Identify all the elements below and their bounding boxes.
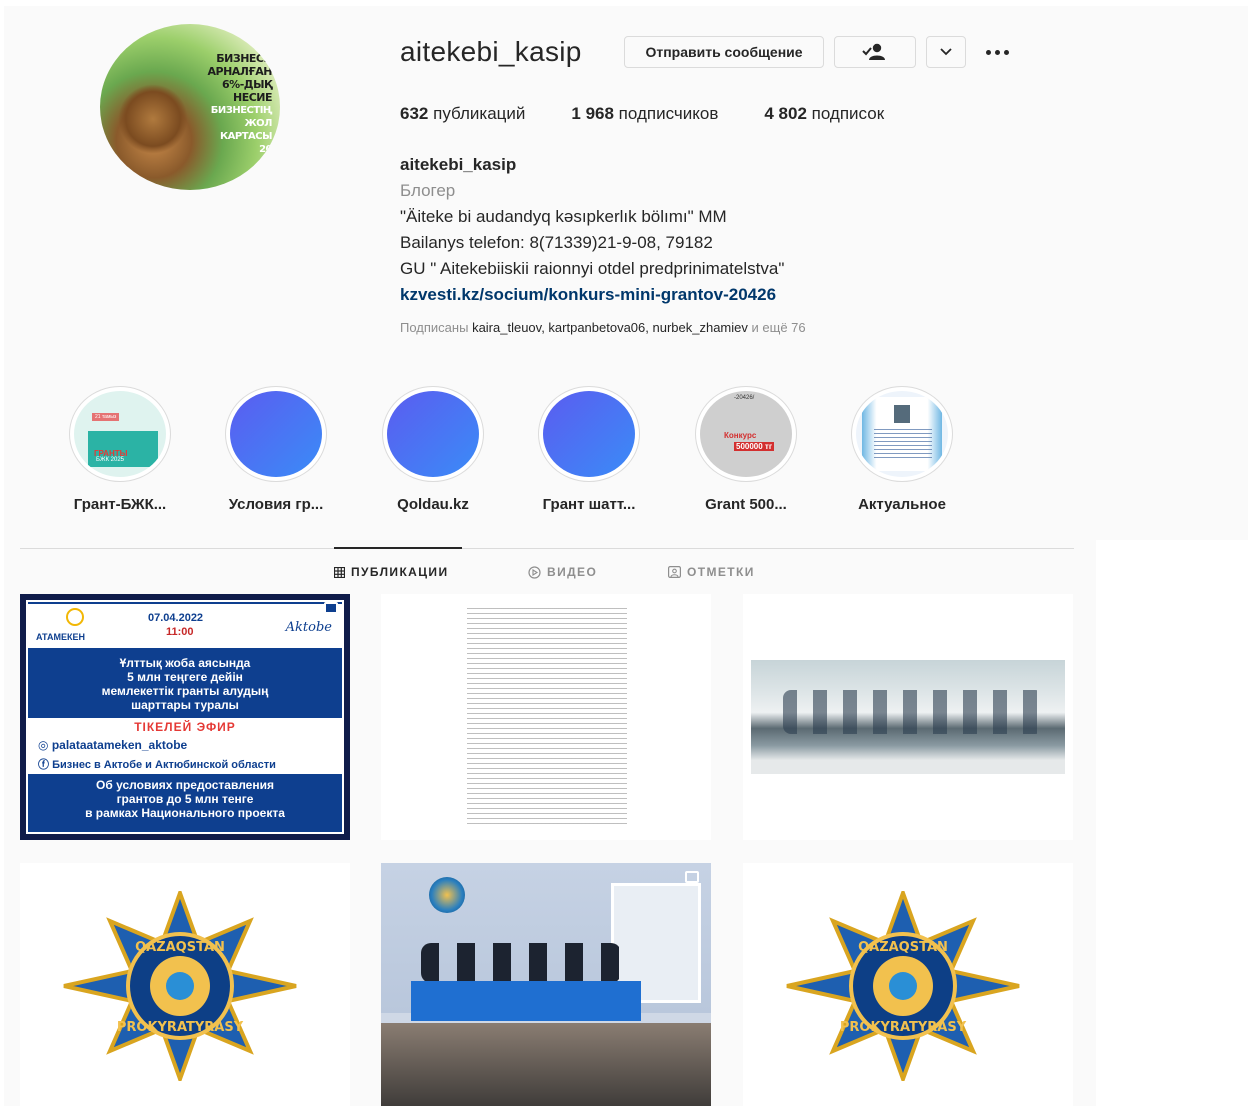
svg-text:PROKYRATYRASY: PROKYRATYRASY [840, 1020, 967, 1035]
highlight-cover [856, 391, 948, 477]
active-tab-indicator [334, 547, 462, 549]
chevron-down-icon [940, 48, 952, 56]
avatar-text: БИЗНЕСК АРНАЛҒАН 6%-ДЫҚ НЕСИЕ БИЗНЕСТІҢ … [207, 52, 273, 155]
tag-person-icon [668, 566, 681, 578]
tab-video[interactable]: ВИДЕО [528, 565, 597, 579]
highlight-item[interactable]: Qoldau.kz [373, 386, 493, 513]
highlight-cover: 21 тамыз ГРАНТЫ БЖК 2025 [74, 391, 166, 477]
highlight-cover [230, 391, 322, 477]
highlight-cover [543, 391, 635, 477]
post-thumbnail[interactable]: АТАМЕКЕН 07.04.2022 11:00 Aktobe Ұлттық … [20, 594, 350, 840]
highlight-item[interactable]: Грант шатт... [529, 386, 649, 513]
highlight-item[interactable]: 21 тамыз ГРАНТЫ БЖК 2025 Грант-БЖК... [60, 386, 180, 513]
post-thumbnail[interactable] [381, 863, 711, 1106]
highlight-cover [387, 391, 479, 477]
instagram-handle: ◎ palataatameken_aktobe [38, 738, 188, 752]
avatar-coins-graphic [118, 84, 188, 154]
document-image [467, 608, 627, 828]
highlight-item[interactable]: Актуальное [842, 386, 962, 513]
profile-username: aitekebi_kasip [400, 36, 582, 67]
highlight-label: Грант шатт... [542, 496, 636, 513]
send-message-button[interactable]: Отправить сообщение [624, 36, 824, 68]
svg-text:QAZAQSTAN: QAZAQSTAN [135, 940, 225, 955]
highlight-item[interactable]: -20426/ Конкурс 500000 тг Grant 500... [686, 386, 806, 513]
svg-text:QAZAQSTAN: QAZAQSTAN [858, 940, 948, 955]
tab-posts[interactable]: ПУБЛИКАЦИИ [334, 565, 448, 579]
profile-avatar[interactable]: БИЗНЕСК АРНАЛҒАН 6%-ДЫҚ НЕСИЕ БИЗНЕСТІҢ … [100, 24, 280, 190]
highlight-label: Условия гр... [228, 496, 324, 513]
post-thumbnail[interactable] [743, 594, 1073, 840]
highlight-cover: -20426/ Конкурс 500000 тг [700, 391, 792, 477]
following-count[interactable]: 4 802 подписок [764, 104, 884, 124]
highlight-item[interactable]: Условия гр... [216, 386, 336, 513]
bio-line-3: GU " Aitekebiiskii raionnyi otdel predpr… [400, 259, 785, 278]
highlight-label: Grant 500... [705, 496, 787, 513]
followers-count[interactable]: 1 968 подписчиков [571, 104, 718, 124]
suggested-dropdown-button[interactable] [926, 36, 966, 68]
svg-text:PROKYRATYRASY: PROKYRATYRASY [117, 1020, 244, 1035]
person-check-icon [862, 43, 885, 60]
tabs-divider [20, 548, 1074, 549]
tab-tagged[interactable]: ОТМЕТКИ [668, 565, 755, 579]
post-thumbnail[interactable]: QAZAQSTAN PROKYRATYRASY [743, 863, 1073, 1106]
following-button[interactable] [834, 36, 916, 68]
bio-line-1: "Äiteke bi audandyq kəsıpkerlık bölımı" … [400, 207, 727, 226]
more-horizontal-icon [986, 49, 991, 55]
more-options-button[interactable] [986, 42, 1016, 62]
grid-icon [334, 566, 345, 578]
bio-name: aitekebi_kasip [400, 155, 517, 174]
profile-bio: aitekebi_kasip Блогер "Äiteke bi audandy… [400, 152, 784, 308]
profile-stats: 632 публикаций 1 968 подписчиков 4 802 п… [400, 104, 930, 124]
post-thumbnail[interactable] [381, 594, 711, 840]
state-emblem-icon [429, 877, 465, 913]
facebook-page: ⓕ Бизнес в Актобе и Актюбинской области [38, 759, 276, 771]
bio-line-2: Bailanys telefon: 8(71339)21-9-08, 79182 [400, 233, 713, 252]
posts-count: 632 публикаций [400, 104, 526, 123]
prosecutor-emblem-icon: QAZAQSTAN PROKYRATYRASY [63, 891, 297, 1081]
highlight-label: Qoldau.kz [397, 496, 469, 513]
bio-category: Блогер [400, 181, 456, 200]
atameken-logo [66, 608, 84, 626]
post-thumbnail[interactable]: QAZAQSTAN PROKYRATYRASY [20, 863, 350, 1106]
profile-page: БИЗНЕСК АРНАЛҒАН 6%-ДЫҚ НЕСИЕ БИЗНЕСТІҢ … [4, 6, 1248, 1106]
play-circle-icon [528, 565, 541, 579]
highlight-label: Актуальное [858, 496, 946, 513]
followed-by[interactable]: Подписаны kaira_tleuov, kartpanbetova06,… [400, 320, 806, 335]
bio-link[interactable]: kzvesti.kz/socium/konkurs-mini-grantov-2… [400, 282, 784, 308]
multi-post-icon [685, 871, 699, 883]
page-margin [1096, 540, 1254, 1106]
prosecutor-emblem-icon: QAZAQSTAN PROKYRATYRASY [786, 891, 1020, 1081]
multi-post-icon [324, 602, 338, 614]
highlight-label: Грант-БЖК... [73, 496, 167, 513]
